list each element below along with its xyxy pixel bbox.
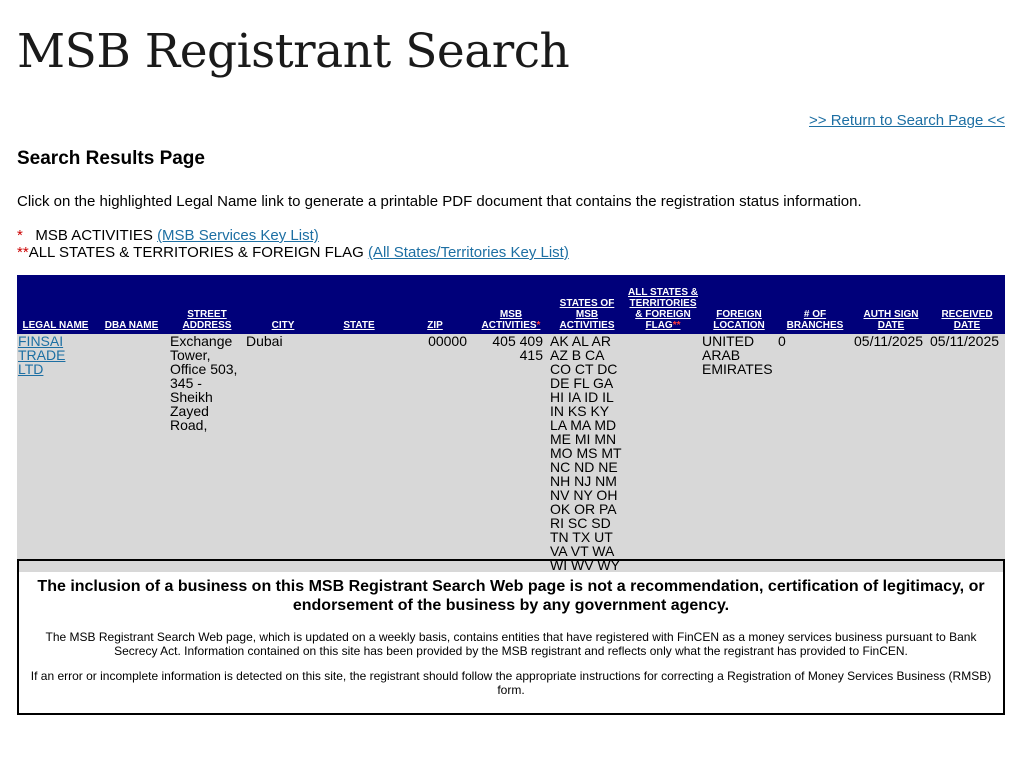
col-foreign-location[interactable]: FOREIGN LOCATION <box>701 275 777 334</box>
cell-states-of-msb-activities: AK AL AR AZ B CA CO CT DC DE FL GA HI IA… <box>549 334 625 572</box>
legal-name-link[interactable]: FINSAI TRADE LTD <box>18 333 65 377</box>
cell-street-address: Exchange Tower, Office 503, 345 - Sheikh… <box>169 334 245 572</box>
col-dba-name[interactable]: DBA NAME <box>94 275 169 334</box>
return-to-search-link[interactable]: >> Return to Search Page << <box>809 112 1005 129</box>
cell-zip: 00000 <box>397 334 473 572</box>
cell-legal-name: FINSAI TRADE LTD <box>17 334 94 572</box>
col-street-address[interactable]: STREET ADDRESS <box>169 275 245 334</box>
cell-received-date: 05/11/2025 <box>929 334 1005 572</box>
disclaimer-paragraph-error: If an error or incomplete information is… <box>30 669 992 697</box>
msb-activities-label: MSB ACTIVITIES <box>35 227 153 244</box>
col-msb-activities-label: MSB ACTIVITIES <box>481 309 537 331</box>
col-states-of-msb-activities[interactable]: STATES OF MSB ACTIVITIES <box>549 275 625 334</box>
col-branches[interactable]: # OF BRANCHES <box>777 275 853 334</box>
cell-city: Dubai <box>245 334 321 572</box>
msb-activities-key: * MSB ACTIVITIES (MSB Services Key List) <box>17 227 319 244</box>
cell-dba-name <box>94 334 169 572</box>
cell-all-states-flag <box>625 334 701 572</box>
single-asterisk-marker: * <box>17 227 23 244</box>
disclaimer-paragraph-update: The MSB Registrant Search Web page, whic… <box>45 630 977 658</box>
disclaimer-headline: The inclusion of a business on this MSB … <box>37 578 985 614</box>
all-states-key: **ALL STATES & TERRITORIES & FOREIGN FLA… <box>17 244 569 261</box>
col-all-states-flag[interactable]: ALL STATES & TERRITORIES & FOREIGN FLAG*… <box>625 275 701 334</box>
all-states-label: ALL STATES & TERRITORIES & FOREIGN FLAG <box>28 244 364 261</box>
col-all-states-flag-label: ALL STATES & TERRITORIES & FOREIGN FLAG <box>628 287 698 331</box>
cell-msb-activities: 405 409 415 <box>473 334 549 572</box>
states-territories-key-link[interactable]: (All States/Territories Key List) <box>368 244 569 261</box>
table-row: FINSAI TRADE LTD Exchange Tower, Office … <box>17 334 1005 572</box>
col-msb-activities-star: * <box>536 320 541 331</box>
cell-state <box>321 334 397 572</box>
results-subtitle: Search Results Page <box>17 148 205 169</box>
cell-foreign-location: UNITED ARAB EMIRATES <box>701 334 777 572</box>
double-asterisk-marker: ** <box>17 244 29 261</box>
cell-branches: 0 <box>777 334 853 572</box>
col-received-date[interactable]: RECEIVED DATE <box>929 275 1005 334</box>
col-auth-sign-date[interactable]: AUTH SIGN DATE <box>853 275 929 334</box>
col-state[interactable]: STATE <box>321 275 397 334</box>
results-table: LEGAL NAME DBA NAME STREET ADDRESS CITY … <box>17 275 1005 572</box>
col-legal-name[interactable]: LEGAL NAME <box>17 275 94 334</box>
msb-services-key-link[interactable]: (MSB Services Key List) <box>157 227 319 244</box>
page-title: MSB Registrant Search <box>17 24 570 79</box>
col-msb-activities[interactable]: MSB ACTIVITIES* <box>473 275 549 334</box>
col-zip[interactable]: ZIP <box>397 275 473 334</box>
disclaimer-box: The inclusion of a business on this MSB … <box>17 559 1005 715</box>
header-row: LEGAL NAME DBA NAME STREET ADDRESS CITY … <box>17 275 1005 334</box>
col-all-states-flag-star: ** <box>672 320 681 331</box>
instructions-text: Click on the highlighted Legal Name link… <box>17 193 862 210</box>
cell-auth-sign-date: 05/11/2025 <box>853 334 929 572</box>
col-city[interactable]: CITY <box>245 275 321 334</box>
